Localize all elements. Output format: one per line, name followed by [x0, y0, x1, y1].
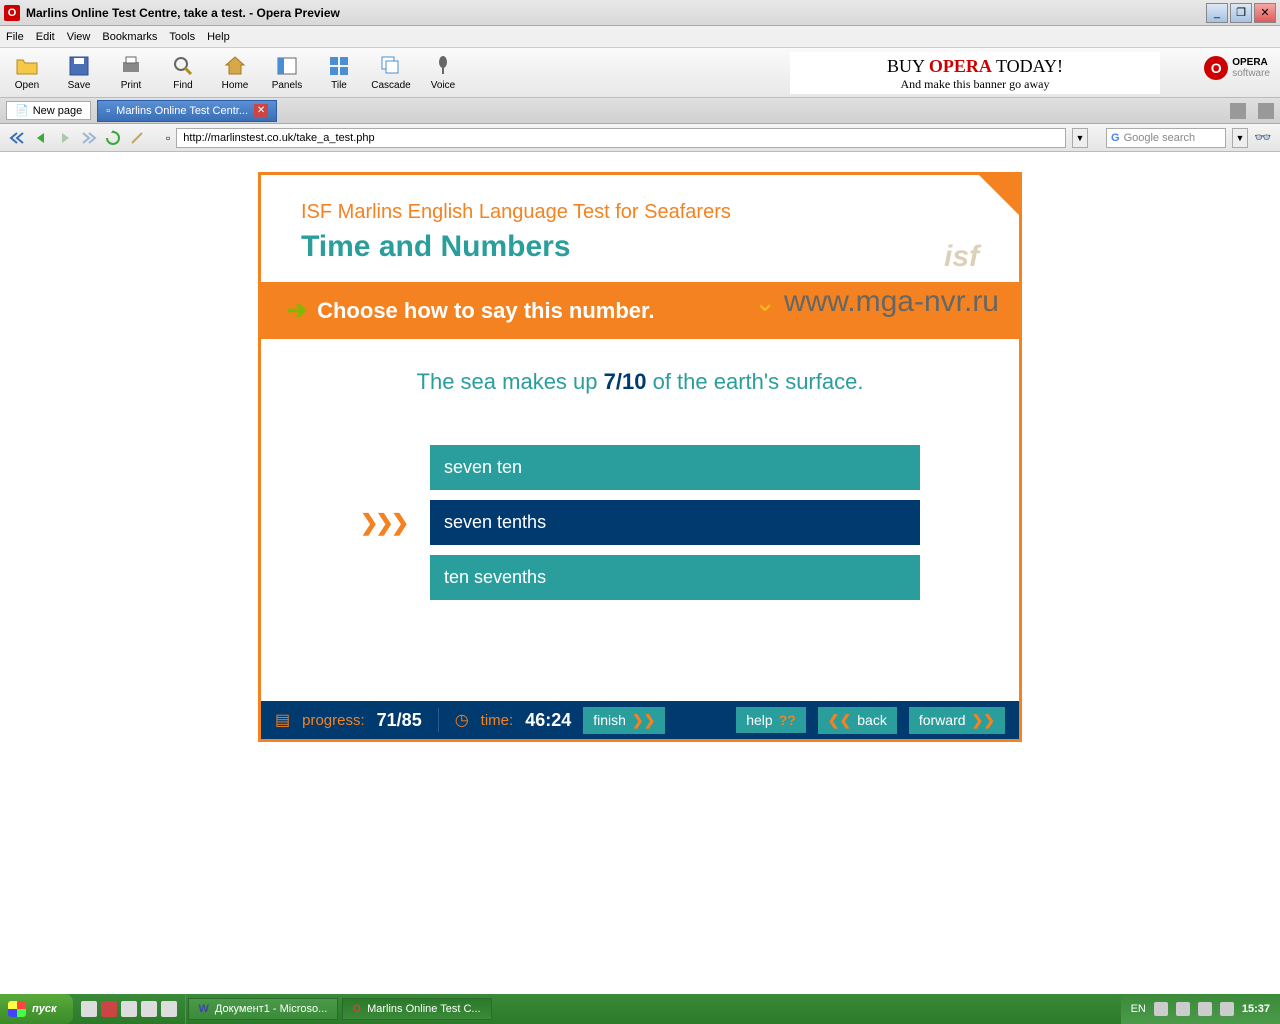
test-footer: ▤ progress: 71/85 ◷ time: 46:24 finish❯❯…: [261, 701, 1019, 739]
chevron-down-icon: ⌄: [754, 287, 776, 318]
test-title: ISF Marlins English Language Test for Se…: [301, 201, 989, 224]
find-button[interactable]: Find: [164, 54, 202, 91]
question-text: The sea makes up 7/10 of the earth's sur…: [291, 369, 989, 395]
url-dropdown[interactable]: ▼: [1072, 128, 1088, 148]
ql-icon-3[interactable]: [121, 1001, 137, 1017]
help-button[interactable]: help??: [736, 707, 806, 733]
rewind-button[interactable]: [8, 129, 26, 147]
clock[interactable]: 15:37: [1242, 1003, 1270, 1015]
opera-o-icon: O: [1204, 56, 1228, 80]
opera-icon: O: [353, 1003, 362, 1015]
opera-icon: O: [4, 5, 20, 21]
voice-button[interactable]: Voice: [424, 54, 462, 91]
cascade-button[interactable]: Cascade: [372, 54, 410, 91]
trash-icon[interactable]: [1230, 103, 1246, 119]
options-list: seven ten ❯❯❯ seven tenths ten sevenths: [291, 445, 989, 600]
menu-tools[interactable]: Tools: [169, 31, 195, 43]
open-button[interactable]: Open: [8, 54, 46, 91]
close-button[interactable]: ✕: [1254, 3, 1276, 23]
document-icon: ▤: [275, 710, 290, 730]
taskbar: пуск W Документ1 - Microso... O Marlins …: [0, 994, 1280, 1024]
search-dropdown[interactable]: ▼: [1232, 128, 1248, 148]
back-button[interactable]: [32, 129, 50, 147]
maximize-button[interactable]: ❐: [1230, 3, 1252, 23]
tab-close-button[interactable]: ✕: [254, 104, 268, 118]
finish-button[interactable]: finish❯❯: [583, 707, 665, 734]
ql-icon-5[interactable]: [161, 1001, 177, 1017]
page-icon: ▫: [106, 105, 110, 117]
watermark: ⌄ www.mga-nvr.ru: [754, 285, 999, 319]
opera-banner[interactable]: BUY OPERA TODAY! And make this banner go…: [790, 52, 1160, 94]
ql-icon-4[interactable]: [141, 1001, 157, 1017]
lang-indicator[interactable]: EN: [1131, 1003, 1146, 1015]
option-1[interactable]: seven tenths: [430, 500, 920, 545]
option-2[interactable]: ten sevenths: [430, 555, 920, 600]
panels-button[interactable]: Panels: [268, 54, 306, 91]
isf-logo: isf: [944, 240, 979, 274]
document-icon: 📄: [15, 104, 29, 117]
page-icon: ▫: [166, 131, 170, 145]
tab-menu-icon[interactable]: [1258, 103, 1274, 119]
time-value: 46:24: [525, 710, 571, 731]
menu-help[interactable]: Help: [207, 31, 230, 43]
chevrons-right-icon: ❯❯: [632, 712, 655, 729]
minimize-button[interactable]: _: [1206, 3, 1228, 23]
ql-icon-2[interactable]: [101, 1001, 117, 1017]
window-title: Marlins Online Test Centre, take a test.…: [26, 6, 1204, 20]
menu-file[interactable]: File: [6, 31, 24, 43]
search-box[interactable]: G Google search: [1106, 128, 1226, 148]
reload-button[interactable]: [104, 129, 122, 147]
tile-button[interactable]: Tile: [320, 54, 358, 91]
tray-icon-3[interactable]: [1198, 1002, 1212, 1016]
address-bar: ▫ ▼ G Google search ▼ 👓: [0, 124, 1280, 152]
home-button[interactable]: Home: [216, 54, 254, 91]
windows-flag-icon: [8, 1001, 26, 1017]
opera-logo: O OPERAsoftware: [1204, 56, 1270, 80]
forward-button[interactable]: forward❯❯: [909, 707, 1005, 734]
tab-bar: 📄 New page ▫ Marlins Online Test Centr..…: [0, 98, 1280, 124]
chevrons-right-icon: ❯❯: [972, 712, 995, 729]
clock-icon: ◷: [455, 710, 469, 730]
test-section: Time and Numbers: [301, 230, 989, 264]
wand-button[interactable]: [128, 129, 146, 147]
selection-pointer-icon: ❯❯❯: [360, 510, 430, 536]
back-button[interactable]: ❮❮back: [818, 707, 897, 734]
tray-icon-2[interactable]: [1176, 1002, 1190, 1016]
ql-icon-1[interactable]: [81, 1001, 97, 1017]
test-header: ISF Marlins English Language Test for Se…: [261, 175, 1019, 282]
title-bar: O Marlins Online Test Centre, take a tes…: [0, 0, 1280, 26]
forward-button[interactable]: [56, 129, 74, 147]
system-tray: EN 15:37: [1121, 994, 1280, 1024]
page-content: ISF Marlins English Language Test for Se…: [0, 152, 1280, 1004]
chevrons-left-icon: ❮❮: [828, 712, 851, 729]
menu-view[interactable]: View: [67, 31, 91, 43]
corner-fold-icon: [979, 175, 1019, 215]
menu-edit[interactable]: Edit: [36, 31, 55, 43]
arrow-right-icon: ➔: [287, 296, 307, 325]
new-page-tab[interactable]: 📄 New page: [6, 101, 91, 120]
word-icon: W: [199, 1003, 209, 1015]
toolbar: Open Save Print Find Home Panels Tile Ca…: [0, 48, 1280, 98]
active-tab[interactable]: ▫ Marlins Online Test Centr... ✕: [97, 100, 277, 122]
task-word[interactable]: W Документ1 - Microso...: [188, 998, 338, 1020]
question-area: The sea makes up 7/10 of the earth's sur…: [261, 339, 1019, 701]
task-opera[interactable]: O Marlins Online Test C...: [342, 998, 492, 1020]
save-button[interactable]: Save: [60, 54, 98, 91]
tray-icon-4[interactable]: [1220, 1002, 1234, 1016]
url-input[interactable]: [176, 128, 1066, 148]
progress-value: 71/85: [377, 710, 422, 731]
fast-forward-button[interactable]: [80, 129, 98, 147]
tray-icon-1[interactable]: [1154, 1002, 1168, 1016]
option-0[interactable]: seven ten: [430, 445, 920, 490]
menu-bookmarks[interactable]: Bookmarks: [102, 31, 157, 43]
menu-bar: File Edit View Bookmarks Tools Help: [0, 26, 1280, 48]
quick-launch: [73, 994, 186, 1024]
google-icon: G: [1111, 132, 1120, 144]
progress-label: progress:: [302, 712, 365, 729]
start-button[interactable]: пуск: [0, 994, 73, 1024]
test-frame: ISF Marlins English Language Test for Se…: [258, 172, 1022, 742]
binoculars-icon[interactable]: 👓: [1254, 129, 1272, 147]
print-button[interactable]: Print: [112, 54, 150, 91]
time-label: time:: [481, 712, 514, 729]
